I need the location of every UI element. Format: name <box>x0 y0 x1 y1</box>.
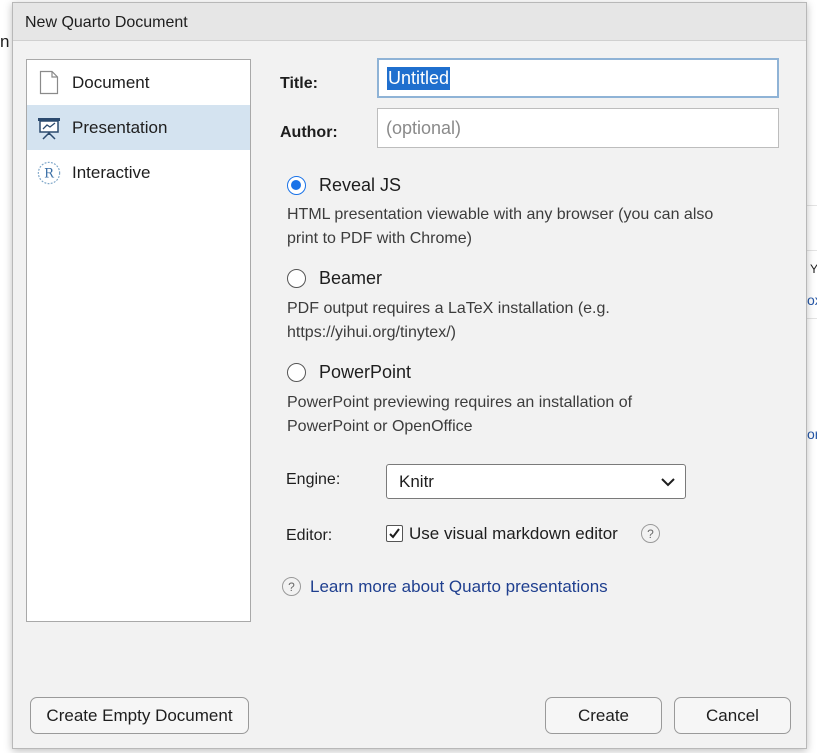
title-label: Title: <box>280 75 318 92</box>
format-description-powerpoint: PowerPoint previewing requires an instal… <box>287 394 633 435</box>
radio-button-powerpoint[interactable] <box>287 363 306 382</box>
checkmark-icon <box>389 528 400 539</box>
r-logo-icon: R <box>37 160 61 186</box>
format-option-revealjs[interactable]: Reveal JS <box>287 175 401 196</box>
engine-select[interactable]: Knitr <box>386 464 686 499</box>
background-divider <box>807 205 817 206</box>
dialog-title: New Quarto Document <box>25 14 188 31</box>
type-item-label: Presentation <box>72 117 168 137</box>
create-button[interactable]: Create <box>545 697 662 734</box>
background-link-fragment: or <box>807 426 817 442</box>
radio-label: Reveal JS <box>319 175 402 195</box>
document-type-list: Document Presentation R Interactive <box>26 59 251 622</box>
new-quarto-document-dialog: New Quarto Document Document Presentatio… <box>12 2 807 749</box>
format-description-revealjs: HTML presentation viewable with any brow… <box>287 206 714 247</box>
title-input[interactable]: Untitled <box>377 58 779 98</box>
svg-text:R: R <box>44 166 55 181</box>
radio-label: Beamer <box>319 268 383 288</box>
format-description-beamer: PDF output requires a LaTeX installation… <box>287 300 610 341</box>
cancel-button[interactable]: Cancel <box>674 697 791 734</box>
type-item-interactive[interactable]: R Interactive <box>27 150 250 195</box>
editor-help-icon[interactable]: ? <box>641 524 660 543</box>
learn-more-help-icon: ? <box>282 577 301 596</box>
type-item-label: Interactive <box>72 162 151 182</box>
visual-editor-checkbox[interactable] <box>386 525 403 542</box>
learn-more-link[interactable]: Learn more about Quarto presentations <box>310 577 608 597</box>
background-link-fragment: ox <box>807 292 817 308</box>
background-divider <box>807 250 817 251</box>
engine-select-value: Knitr <box>399 471 434 491</box>
document-icon <box>37 70 61 96</box>
dialog-titlebar: New Quarto Document <box>13 3 806 41</box>
type-item-label: Document <box>72 72 150 92</box>
radio-button-revealjs[interactable] <box>287 176 306 195</box>
engine-label: Engine: <box>286 471 341 488</box>
radio-button-beamer[interactable] <box>287 269 306 288</box>
type-item-document[interactable]: Document <box>27 60 250 105</box>
format-option-beamer[interactable]: Beamer <box>287 268 382 289</box>
background-divider <box>807 318 817 319</box>
author-label: Author: <box>280 124 338 141</box>
type-item-presentation[interactable]: Presentation <box>27 105 250 150</box>
visual-editor-label: Use visual markdown editor <box>409 524 618 543</box>
author-input[interactable] <box>377 108 779 148</box>
create-empty-document-button[interactable]: Create Empty Document <box>30 697 249 734</box>
background-text-fragment: n <box>0 32 10 51</box>
format-option-powerpoint[interactable]: PowerPoint <box>287 362 411 383</box>
chevron-down-icon <box>661 472 675 492</box>
editor-label: Editor: <box>286 527 333 544</box>
radio-label: PowerPoint <box>319 362 412 382</box>
presentation-icon <box>37 115 61 141</box>
title-input-value: Untitled <box>387 66 451 90</box>
background-text-fragment: Y <box>810 262 817 276</box>
